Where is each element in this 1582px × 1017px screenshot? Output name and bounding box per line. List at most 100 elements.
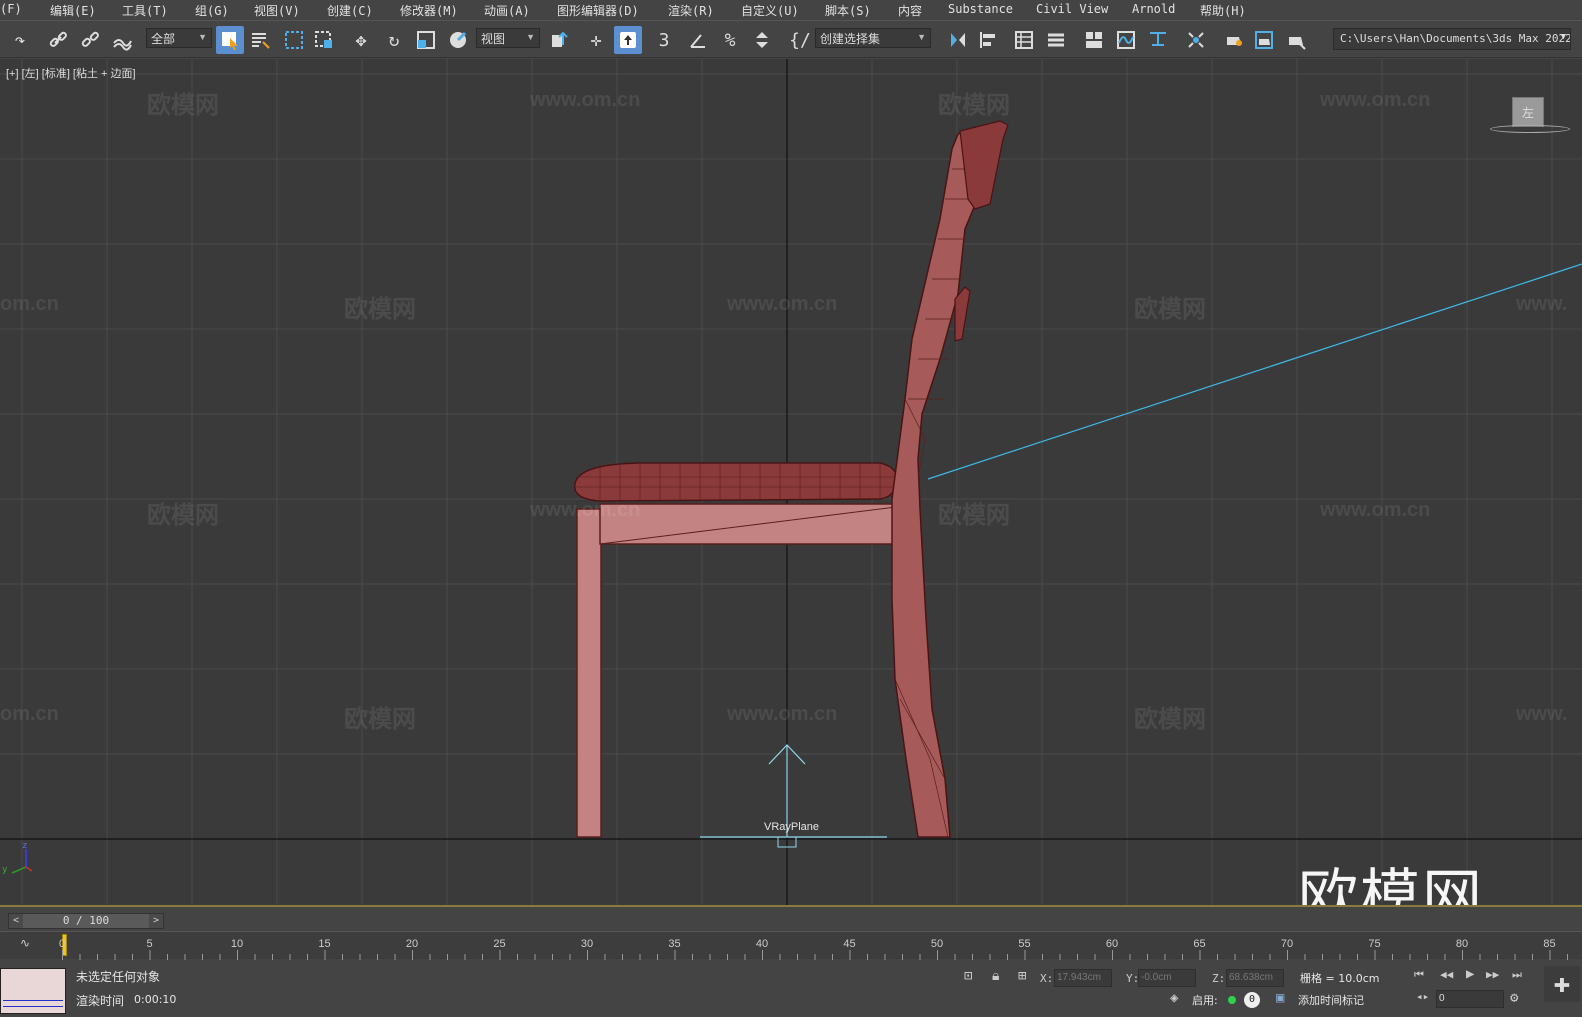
select-object-icon[interactable] bbox=[216, 26, 244, 54]
lock-icon[interactable]: 🔒︎ bbox=[992, 968, 999, 984]
schematic-view-icon[interactable] bbox=[1144, 26, 1172, 54]
go-to-end-icon[interactable]: ⏭ bbox=[1512, 968, 1522, 982]
viewport-left[interactable]: [+] [左] [标准] [粘土 + 边面] 欧模网 www.om.cn 欧模网… bbox=[0, 59, 1582, 907]
mirror-icon[interactable] bbox=[944, 26, 972, 54]
chevron-left-icon[interactable]: < bbox=[9, 914, 23, 928]
timeline-tick-label: 85 bbox=[1543, 938, 1556, 950]
unlink-icon[interactable] bbox=[76, 26, 104, 54]
menu-modifiers[interactable]: 修改器(M) bbox=[400, 2, 458, 19]
reference-coord-dropdown[interactable]: 视图 ▼ bbox=[476, 28, 540, 48]
main-toolbar: ↷ 全部 ▼ ✥ ↻ 视图 ▼ ✛ 3 % {/ 创建选择集 ▼ C:\User… bbox=[0, 20, 1582, 58]
rotate-icon[interactable]: ↻ bbox=[380, 26, 408, 54]
add-time-tag[interactable]: 添加时间标记 bbox=[1298, 992, 1364, 1008]
previous-frame-icon[interactable]: ◀◀ bbox=[1440, 968, 1453, 981]
next-frame-icon[interactable]: ▶▶ bbox=[1486, 968, 1499, 981]
rendered-frame-window-icon[interactable] bbox=[1250, 26, 1278, 54]
z-coordinate-field[interactable]: 68.638cm bbox=[1226, 969, 1284, 987]
menu-file[interactable]: (F) bbox=[0, 2, 22, 16]
keyboard-shortcut-override-icon[interactable] bbox=[614, 26, 642, 54]
x-coordinate-field[interactable]: 17.943cm bbox=[1054, 969, 1112, 987]
link-icon[interactable] bbox=[44, 26, 72, 54]
watermark-text: 欧模网 bbox=[938, 502, 1010, 529]
angle-snap-icon[interactable] bbox=[684, 26, 712, 54]
time-configuration-icon[interactable]: ⚙ bbox=[1510, 990, 1518, 1006]
redo-icon[interactable]: ↷ bbox=[6, 26, 34, 54]
timeline-tick-label: 80 bbox=[1455, 938, 1469, 950]
scene-explorer-icon[interactable] bbox=[1010, 26, 1038, 54]
watermark-text: om.cn bbox=[0, 293, 59, 315]
y-coordinate-field[interactable]: -0.0cm bbox=[1138, 969, 1196, 987]
absolute-mode-icon[interactable]: ⊞ bbox=[1018, 968, 1026, 984]
edit-named-selection-icon[interactable]: {/ bbox=[786, 26, 814, 54]
time-slider[interactable]: < 0 / 100 > bbox=[8, 913, 164, 929]
timeline-ruler bbox=[62, 950, 1568, 960]
viewport-label-menu[interactable]: [+] [左] [标准] [粘土 + 边面] bbox=[6, 65, 136, 81]
adaptive-degradation-icon[interactable]: ◈ bbox=[1170, 990, 1178, 1006]
move-icon[interactable]: ✥ bbox=[347, 26, 375, 54]
menu-scripting[interactable]: 脚本(S) bbox=[825, 2, 871, 19]
menu-create[interactable]: 创建(C) bbox=[327, 2, 373, 19]
menu-animation[interactable]: 动画(A) bbox=[484, 2, 530, 19]
snaps-toggle-icon[interactable]: 3 bbox=[650, 26, 678, 54]
chevron-down-icon: ▼ bbox=[198, 32, 207, 42]
play-icon[interactable]: ▶ bbox=[1466, 966, 1474, 982]
current-frame-field[interactable]: 0 bbox=[1436, 990, 1504, 1008]
menu-help[interactable]: 帮助(H) bbox=[1200, 2, 1246, 19]
timeline-tick-label: 15 bbox=[318, 938, 331, 950]
maxscript-listener-mini[interactable] bbox=[0, 968, 66, 1014]
bind-space-warp-icon[interactable] bbox=[108, 26, 136, 54]
select-by-name-icon[interactable] bbox=[246, 26, 274, 54]
watermark-text: www.om.cn bbox=[530, 499, 641, 521]
track-bar[interactable]: ∿ 0 5 10 15 20 25 30 35 40 45 50 55 60 65 70 75 80 85 bbox=[0, 931, 1582, 960]
named-selection-sets-dropdown[interactable]: 创建选择集 ▼ bbox=[815, 28, 931, 48]
align-icon[interactable] bbox=[974, 26, 1002, 54]
curve-editor-icon[interactable] bbox=[1112, 26, 1140, 54]
vrayplane-label: VRayPlane bbox=[764, 821, 820, 833]
menu-rendering[interactable]: 渲染(R) bbox=[668, 2, 714, 19]
select-manipulate-icon[interactable]: ✛ bbox=[582, 26, 610, 54]
menu-arnold[interactable]: Arnold bbox=[1132, 2, 1175, 16]
viewcube[interactable]: 左 bbox=[1512, 97, 1544, 127]
menu-edit[interactable]: 编辑(E) bbox=[50, 2, 96, 19]
isolate-selection-icon[interactable]: ⊡ bbox=[964, 968, 972, 984]
enable-count-badge[interactable]: 0 bbox=[1244, 992, 1260, 1008]
render-setup-icon[interactable] bbox=[1220, 26, 1248, 54]
key-mode-icon[interactable]: ◂▸ bbox=[1416, 990, 1429, 1003]
scale-icon[interactable] bbox=[412, 26, 440, 54]
spinner-snap-icon[interactable] bbox=[748, 26, 776, 54]
menu-group[interactable]: 组(G) bbox=[195, 2, 229, 19]
window-crossing-icon[interactable] bbox=[310, 26, 338, 54]
menu-civil-view[interactable]: Civil View bbox=[1036, 2, 1108, 16]
timeline-tick-label: 35 bbox=[668, 938, 681, 950]
watermark-text: 欧模网 bbox=[147, 92, 219, 119]
watermark-text: 欧模网 bbox=[147, 502, 219, 529]
viewcube-compass-ring[interactable] bbox=[1490, 125, 1570, 133]
menu-tools[interactable]: 工具(T) bbox=[122, 2, 168, 19]
brand-watermark-logo: 欧模网 bbox=[1298, 863, 1484, 907]
time-tag-icon[interactable]: ▣ bbox=[1276, 990, 1284, 1006]
selection-filter-dropdown[interactable]: 全部 ▼ bbox=[146, 28, 212, 48]
project-path-dropdown[interactable]: C:\Users\Han\Documents\3ds Max 2022 ▼ bbox=[1333, 28, 1571, 50]
chevron-right-icon[interactable]: > bbox=[149, 914, 163, 928]
menu-customize[interactable]: 自定义(U) bbox=[741, 2, 799, 19]
material-editor-icon[interactable] bbox=[1182, 26, 1210, 54]
layer-explorer-icon[interactable] bbox=[1042, 26, 1070, 54]
zoom-extents-icon[interactable]: ✚ bbox=[1544, 966, 1580, 1002]
mini-curve-editor-icon[interactable]: ∿ bbox=[20, 936, 30, 950]
go-to-start-icon[interactable]: ⏮ bbox=[1414, 968, 1424, 982]
rectangular-selection-icon[interactable] bbox=[280, 26, 308, 54]
place-icon[interactable] bbox=[444, 26, 472, 54]
menu-content[interactable]: 内容 bbox=[898, 2, 922, 19]
timeline-tick-label: 40 bbox=[755, 938, 769, 950]
percent-snap-icon[interactable]: % bbox=[716, 26, 744, 54]
frame-counter: 0 / 100 bbox=[62, 914, 110, 927]
menu-graph-editors[interactable]: 图形编辑器(D) bbox=[557, 2, 639, 19]
render-production-icon[interactable] bbox=[1282, 26, 1310, 54]
chevron-down-icon: ▼ bbox=[917, 32, 926, 42]
watermark-text: 欧模网 bbox=[1134, 706, 1206, 733]
timeline-tick-label: 30 bbox=[580, 938, 594, 950]
menu-substance[interactable]: Substance bbox=[948, 2, 1013, 16]
menu-views[interactable]: 视图(V) bbox=[254, 2, 300, 19]
pivot-center-icon[interactable] bbox=[546, 26, 574, 54]
toggle-ribbon-icon[interactable] bbox=[1080, 26, 1108, 54]
